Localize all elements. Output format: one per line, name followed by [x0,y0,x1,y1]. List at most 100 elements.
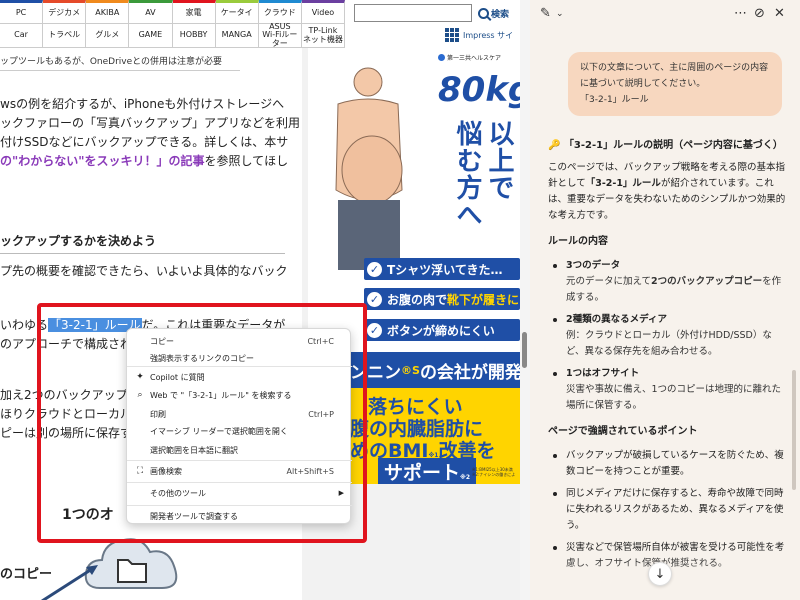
menu-item-label: コピー [150,336,174,346]
check-icon: ✓ [367,261,382,277]
rule-body: 例：クラウドとローカル（外付けHDD/SSD）など、異なる保存先を組み合わせる。 [566,330,772,357]
close-icon[interactable]: ✕ [774,6,785,21]
nav-item[interactable]: HOBBY [172,24,216,48]
nav-item[interactable]: TP-Link ネット機器 [301,24,345,48]
article-note: ップツールもあるが、OneDriveとの併用は注意が必要 [0,54,240,71]
site-search-button[interactable]: 検索 [478,4,509,22]
ad-company-mark: ®S [401,363,420,377]
nav-item[interactable]: AV [129,0,173,24]
chevron-down-icon[interactable]: ⌄ [556,9,564,19]
nav-item[interactable]: ケータイ [215,0,259,24]
sponsor-logo-icon [438,54,445,61]
new-chat-icon[interactable]: ✎ [540,6,551,21]
context-menu-item[interactable]: 印刷 Ctrl+P [127,405,352,423]
ad-copy-text: サポート [384,462,461,484]
scroll-to-bottom-button[interactable]: ↓ [648,562,672,586]
ad-company-text: ンニン [350,362,401,383]
article-link[interactable]: の"わからない"をスッキリ！」の記事 [0,154,205,168]
rule-body: 災害や事故に備え、1つのコピーは地理的に離れた場所に保管する。 [566,384,782,411]
ad-fine-print: ※1:BMI25以上30未満 ※2:ナイシンの働きによ [472,467,515,478]
nav-item[interactable]: 家電 [172,0,216,24]
menu-item-label: 開発者ツールで調査する [150,511,238,521]
ad-bar-text: Tシャツ浮いてきた… [387,262,503,277]
nav-item[interactable]: Car [0,24,44,48]
ad-bar-highlight: 靴下が履きにくい [447,292,520,307]
nav-item[interactable]: グルメ [86,24,130,48]
section-divider [0,253,285,254]
context-menu-item[interactable]: ✦ Copilot に質問 [127,368,352,386]
search-icon [478,7,489,19]
menu-item-label: その他のツール [150,488,206,498]
nav-item[interactable]: ASUS Wi-Fiルーター [258,22,302,48]
answer-title-text: 「3-2-1」ルールの説明（ページ内容に基づく） [563,140,783,151]
context-menu-item[interactable]: コピー Ctrl+C [127,332,352,350]
impress-sites-label: Impress サイ [463,30,514,40]
menu-item-shortcut: Ctrl+C [307,336,334,346]
answer-bold: 「3-2-1」ルール [585,178,661,189]
menu-item-label: 強調表示するリンクのコピー [150,353,254,363]
site-category-nav: PC デジカメ AKIBA AV 家電 ケータイ クラウド Video Car トラベル グルメ G… [0,0,345,48]
nav-row-primary: PC デジカメ AKIBA AV 家電 ケータイ クラウド Video [0,0,345,24]
nav-item[interactable]: デジカメ [43,0,87,24]
ad-bar-text: お腹の肉で [387,292,448,307]
menu-icon-slot [135,426,145,436]
ad-headline: 80kg [438,70,520,110]
rule-head: 3つのデータ [566,260,621,271]
section-heading: ックアップするかを決めよう [0,234,157,248]
rule-head: 1つはオフサイト [566,368,640,379]
copilot-answer: 🔑 「3-2-1」ルールの説明（ページ内容に基づく） このページでは、バックアッ… [548,138,786,578]
context-menu-item[interactable]: ⌕ Web で "「3-2-1」ルール" を検索する [127,386,352,404]
article-line: ほりクラウドとローカルな [0,407,145,421]
menu-icon-slot [135,353,145,363]
menu-item-label: 選択範囲を日本語に翻訳 [150,445,238,455]
ad-sponsor-label: 第一三共ヘルスケア [447,55,502,62]
page-scrollbar-thumb[interactable] [522,332,527,368]
context-menu-item[interactable]: ⛶ 画像検索 Alt+Shift+S [127,462,352,480]
rule-body: 元のデータに加えて2つのバックアップコピーを作成する。 [566,274,786,306]
answer-heading-points: ページで強調されているポイント [548,426,698,437]
copilot-scrollbar[interactable] [792,370,796,490]
page-scrollbar[interactable] [520,0,530,600]
nav-row-secondary: Car トラベル グルメ GAME HOBBY MANGA ASUS Wi-Fiルーター TP… [0,22,345,48]
context-menu-item[interactable]: 開発者ツールで調査する [127,507,352,525]
menu-item-label: Web で "「3-2-1」ルール" を検索する [150,390,292,400]
menu-icon-slot [135,336,145,346]
rule-bold: 2つのバックアップコピー [651,276,763,287]
article-line: 付けSSDなどにバックアップできる。詳しくは、本サ [0,135,289,149]
nav-item[interactable]: クラウド [258,0,302,24]
nav-item[interactable]: PC [0,0,44,24]
more-options-icon[interactable]: ⋯ [734,6,747,21]
arrow-down-icon: ↓ [654,566,666,582]
menu-item-label: 印刷 [150,409,166,419]
ad-headline-col2: 悩む方へ [452,120,482,228]
nav-item[interactable]: MANGA [215,24,259,48]
nav-item[interactable]: GAME [129,24,173,48]
article-paragraph-4: 加え2つのバックアップ ほりクラウドとローカルな ピーは別の場所に保存す [0,386,144,443]
menu-item-shortcut: Alt+Shift+S [286,466,335,476]
nav-item[interactable]: トラベル [43,24,87,48]
ad-person-illustration [335,67,403,270]
copilot-toolbar: ✎ ⌄ ⋯ ⊘ ✕ [530,0,800,30]
menu-separator [127,460,352,461]
impress-sites-link[interactable]: Impress サイ [445,28,513,42]
site-search-input[interactable] [354,4,472,22]
ad-sponsor: 第一三共ヘルスケア [438,53,501,62]
nav-item[interactable]: Video [301,0,345,24]
rule-item: 1つはオフサイト 災害や事故に備え、1つのコピーは地理的に離れた場所に保管する。 [548,366,786,414]
context-menu-item[interactable]: 選択範囲を日本語に翻訳 [127,441,352,459]
context-menu-item[interactable]: その他のツール ▶ [127,484,352,502]
copilot-panel: ✎ ⌄ ⋯ ⊘ ✕ 以下の文章について、主に周囲のページの内容に基づいて説明して… [530,0,800,600]
context-menu: コピー Ctrl+C 強調表示するリンクのコピー ✦ Copilot に質問 ⌕ Web で… [126,328,352,525]
search-icon: ⌕ [137,390,143,400]
unpin-icon[interactable]: ⊘ [754,6,765,21]
answer-heading-rules: ルールの内容 [548,236,608,247]
context-menu-item[interactable]: イマーシブ リーダーで選択範囲を開く [127,422,352,440]
ad-bar-1: ✓ Tシャツ浮いてきた… [364,258,520,280]
grid-icon [445,28,459,42]
article-text: いわゆる [0,318,49,332]
submenu-arrow-icon: ▶ [338,489,344,497]
context-menu-item[interactable]: 強調表示するリンクのコピー [127,349,352,367]
nav-item[interactable]: AKIBA [86,0,130,24]
menu-item-shortcut: Ctrl+P [308,409,334,419]
ad-company-text: の会社が開発 [419,362,520,383]
